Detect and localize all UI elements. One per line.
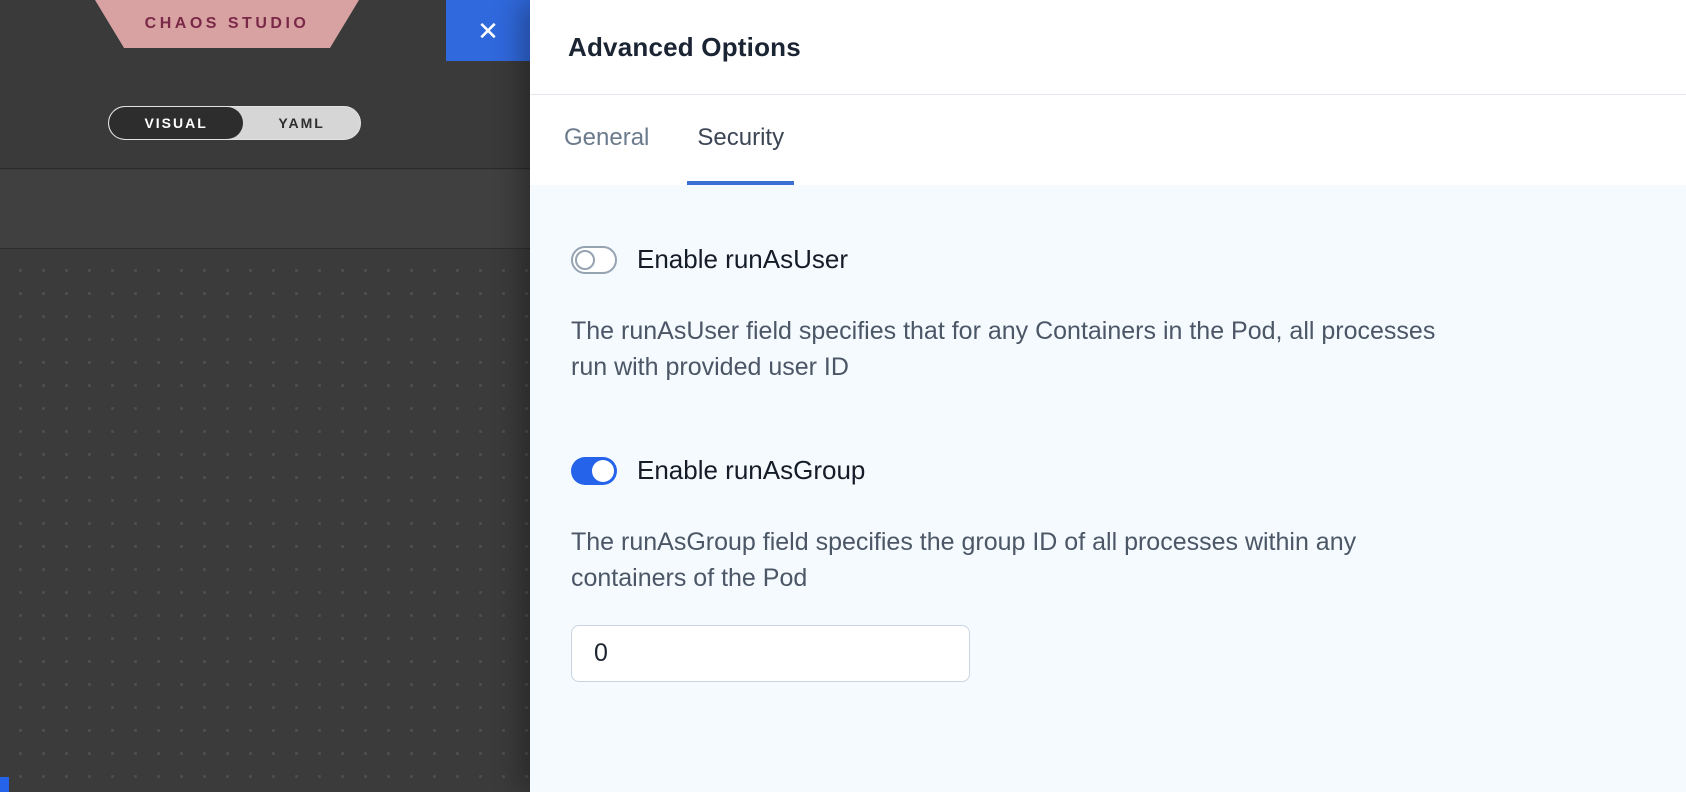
chaos-studio-logo-text: CHAOS STUDIO [145, 15, 310, 33]
visual-toggle-option[interactable]: VISUAL [109, 107, 243, 139]
run-as-group-label: Enable runAsGroup [637, 455, 865, 486]
yaml-toggle-option[interactable]: YAML [243, 107, 360, 139]
studio-toolbar [0, 170, 530, 249]
drawer-tabs: General Security [530, 95, 1686, 185]
drawer-header: Advanced Options [530, 0, 1686, 95]
tab-security[interactable]: Security [687, 95, 794, 185]
run-as-user-description: The runAsUser field specifies that for a… [571, 313, 1631, 385]
run-as-group-toggle-row: Enable runAsGroup [571, 455, 1638, 486]
run-as-group-description: The runAsGroup field specifies the group… [571, 524, 1631, 596]
toggle-knob [592, 460, 614, 482]
chaos-studio-banner: CHAOS STUDIO [95, 0, 359, 48]
studio-header: CHAOS STUDIO VISUAL YAML ✕ [0, 0, 530, 169]
toggle-knob [575, 250, 595, 270]
run-as-user-section: Enable runAsUser The runAsUser field spe… [571, 244, 1638, 385]
security-tab-content: Enable runAsUser The runAsUser field spe… [530, 185, 1686, 792]
run-as-group-section: Enable runAsGroup The runAsGroup field s… [571, 455, 1638, 682]
run-as-user-toggle-row: Enable runAsUser [571, 244, 1638, 275]
close-icon: ✕ [477, 18, 499, 44]
drawer-title: Advanced Options [568, 32, 1686, 63]
pipeline-canvas [0, 250, 530, 792]
tab-general[interactable]: General [554, 95, 659, 185]
run-as-group-id-input[interactable] [571, 625, 970, 682]
screen: CHAOS STUDIO VISUAL YAML ✕ Advanced Opti… [0, 0, 1686, 792]
enable-run-as-user-toggle[interactable] [571, 246, 617, 274]
enable-run-as-group-toggle[interactable] [571, 457, 617, 485]
chaos-studio-background: CHAOS STUDIO VISUAL YAML ✕ [0, 0, 530, 792]
close-drawer-button[interactable]: ✕ [446, 0, 530, 61]
run-as-user-label: Enable runAsUser [637, 244, 848, 275]
visual-yaml-toggle[interactable]: VISUAL YAML [108, 106, 361, 140]
docked-button-partial [0, 777, 9, 792]
advanced-options-drawer: Advanced Options General Security Enable… [530, 0, 1686, 792]
